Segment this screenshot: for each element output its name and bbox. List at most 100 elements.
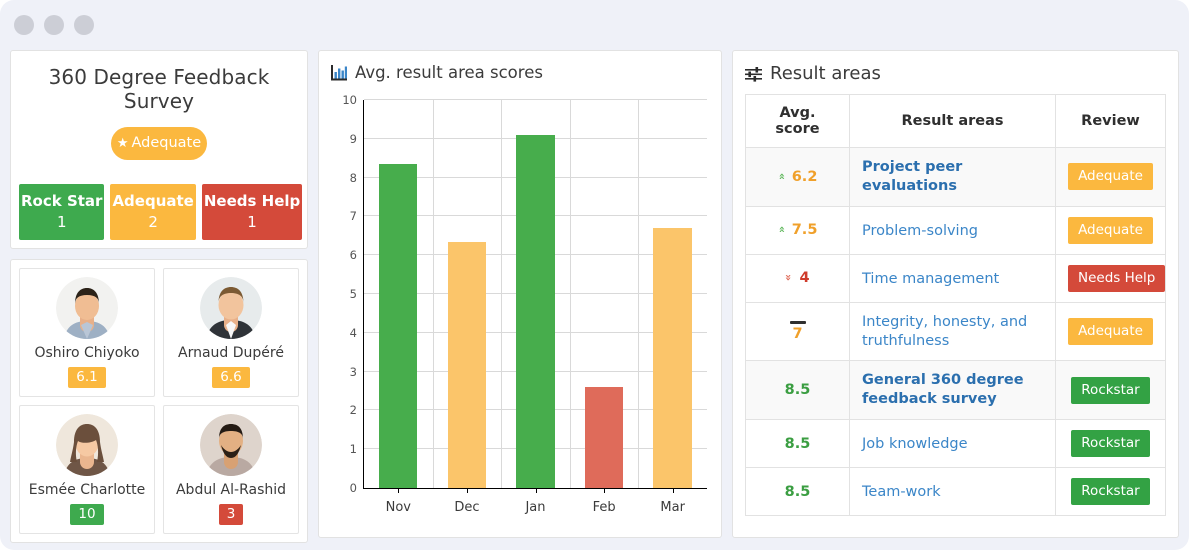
cell-result-area: Team-work [849,467,1056,517]
status-badge[interactable]: Rockstar [1071,430,1150,458]
chart-x-tickmark [535,488,537,493]
table-header-row: Avg. score Result areas Review [745,94,1166,148]
chart-x-tick: Mar [660,500,685,515]
person-name: Oshiro Chiyoko [34,345,140,361]
status-badge[interactable]: Rockstar [1071,376,1150,404]
status-badge[interactable]: Adequate [1068,318,1153,346]
table-row[interactable]: » 7.5 Problem-solving Adequate [745,205,1166,255]
cell-result-area: General 360 degree feedback survey [849,360,1056,421]
avg-score-value: 7 [792,325,803,342]
cell-avg-score: 7 [745,301,850,362]
page-title: 360 Degree Feedback Survey [48,65,270,113]
person-name: Arnaud Dupéré [178,345,284,361]
result-area-link[interactable]: Time management [862,270,999,289]
table-body: » 6.2 Project peer evaluations Adequate» 7… [745,147,1166,517]
chart-plot: 0 1 2 3 4 5 6 7 8 9 10 Nov Dec Jan Feb Mar [342,93,707,515]
table-row[interactable]: » 4 Time management Needs Help [745,253,1166,303]
person-card[interactable]: Abdul Al-Rashid 3 [163,405,299,534]
person-score: 6.6 [212,367,250,388]
cell-review: Rockstar [1055,467,1166,517]
score-box-label: Needs Help [203,192,301,210]
chart-y-tick: 5 [349,287,357,301]
window-dot-3[interactable] [74,15,94,35]
chart-gridline [364,99,707,100]
status-badge[interactable]: Adequate [1068,163,1153,191]
table-row[interactable]: » 6.2 Project peer evaluations Adequate [745,147,1166,207]
person-card[interactable]: Oshiro Chiyoko 6.1 [19,268,155,397]
cell-result-area: Time management [849,253,1056,303]
score-box-label: Rock Star [21,192,103,210]
result-area-link[interactable]: Integrity, honesty, and truthfulness [862,313,1043,351]
avatar [200,277,262,339]
chart-gridline [569,100,571,488]
dashboard-content: 360 Degree Feedback Survey ★ Adequate Roc… [0,50,1189,550]
chart-bar-nov[interactable] [379,164,418,488]
chart-bar-mar[interactable] [653,228,692,488]
column-header-avg-score: Avg. score [745,94,850,148]
cell-avg-score: » 6.2 [745,147,850,207]
column-header-review: Review [1055,94,1166,148]
chart-x-tickmark [672,488,674,493]
chart-gridline [638,100,640,488]
people-panel: Oshiro Chiyoko 6.1 Arnaud Dupéré 6.6 Esm… [10,259,308,543]
result-area-link[interactable]: General 360 degree feedback survey [862,371,1043,409]
bar-chart-icon [331,64,347,81]
cell-review: Adequate [1055,205,1166,255]
sliders-icon [745,66,762,82]
chart-column: Avg. result area scores 0 1 2 3 4 5 6 7 8 9 10 Nov D… [318,50,722,538]
person-card[interactable]: Arnaud Dupéré 6.6 [163,268,299,397]
window-dot-1[interactable] [14,15,34,35]
window-dot-2[interactable] [44,15,64,35]
survey-summary-panel: 360 Degree Feedback Survey ★ Adequate Roc… [10,50,308,249]
chart-panel: Avg. result area scores 0 1 2 3 4 5 6 7 8 9 10 Nov D… [318,50,722,538]
status-badge[interactable]: Needs Help [1068,264,1166,292]
chart-y-tick: 6 [349,248,357,263]
score-box-rock-star[interactable]: Rock Star 1 [19,184,105,240]
person-name: Esmée Charlotte [28,482,146,498]
cell-avg-score: » 7.5 [745,205,850,255]
person-score: 3 [218,504,244,525]
cell-result-area: Problem-solving [849,205,1056,255]
person-score: 10 [70,504,104,525]
chart-y-tick: 7 [349,209,357,224]
score-box-count: 1 [56,213,67,231]
cell-result-area: Project peer evaluations [849,147,1056,207]
cell-result-area: Job knowledge [849,419,1056,469]
cell-review: Adequate [1055,301,1166,362]
table-row[interactable]: 8.5 Job knowledge Rockstar [745,419,1166,469]
person-score: 6.1 [68,367,106,388]
chart-title-text: Avg. result area scores [355,63,543,82]
cell-review: Rockstar [1055,419,1166,469]
app-window: 360 Degree Feedback Survey ★ Adequate Roc… [0,0,1189,550]
result-area-link[interactable]: Team-work [862,483,941,502]
chart-x-tickmark [398,488,400,493]
cell-avg-score: 8.5 [745,467,850,517]
score-box-adequate[interactable]: Adequate 2 [110,184,196,240]
table-row[interactable]: 8.5 Team-work Rockstar [745,467,1166,517]
star-icon: ★ [116,136,129,151]
status-badge[interactable]: Adequate [1068,216,1153,244]
chart-y-tick: 9 [349,131,357,146]
people-grid: Oshiro Chiyoko 6.1 Arnaud Dupéré 6.6 Esm… [19,268,299,534]
chart-bar-dec[interactable] [447,241,487,488]
chart-y-tick: 10 [342,93,357,107]
result-area-link[interactable]: Problem-solving [862,222,978,241]
chart-bar-jan[interactable] [516,134,555,488]
status-badge[interactable]: Rockstar [1071,478,1150,506]
left-column: 360 Degree Feedback Survey ★ Adequate Roc… [10,50,308,543]
table-row[interactable]: 7 Integrity, honesty, and truthfulness Ade… [745,301,1166,362]
chart-bar-feb[interactable] [584,387,624,488]
score-box-needs-help[interactable]: Needs Help 1 [201,184,303,240]
chart-y-tick: 0 [349,481,357,495]
table-row[interactable]: 8.5 General 360 degree feedback survey Roc… [745,360,1166,421]
cell-avg-score: 8.5 [745,419,850,469]
cell-review: Adequate [1055,147,1166,207]
person-card[interactable]: Esmée Charlotte 10 [19,405,155,534]
result-areas-panel: Result areas Avg. score Result areas Rev… [732,50,1179,538]
result-area-link[interactable]: Job knowledge [862,435,968,454]
avatar [56,277,118,339]
chart-x-tick: Jan [525,500,546,515]
score-box-count: 2 [148,213,158,231]
overall-rating-button[interactable]: ★ Adequate [111,127,207,160]
result-area-link[interactable]: Project peer evaluations [862,158,1043,196]
